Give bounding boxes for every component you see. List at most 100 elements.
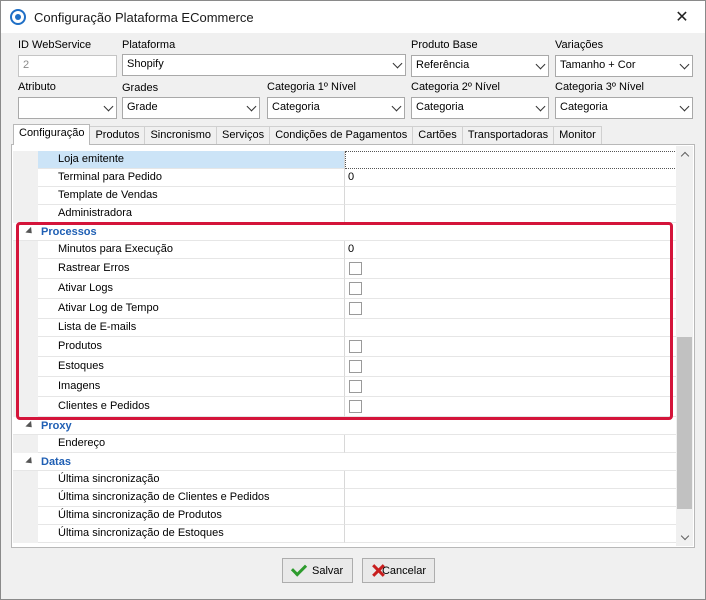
property-value[interactable] (345, 489, 677, 507)
property-name: Terminal para Pedido (38, 169, 345, 187)
close-button[interactable]: ✕ (659, 1, 705, 32)
categoria2-label: Categoria 2º Nível (411, 81, 501, 93)
checkmark-icon (290, 560, 308, 577)
cancel-button-label: Cancelar (381, 564, 426, 577)
property-value[interactable] (345, 525, 677, 543)
category-processos[interactable]: Processos (13, 223, 677, 241)
window-title: Configuração Plataforma ECommerce (34, 9, 254, 25)
variacoes-select[interactable]: Tamanho + Cor (555, 55, 693, 77)
property-value[interactable] (345, 471, 677, 489)
tab-monitor[interactable]: Monitor (553, 126, 602, 145)
grid-row-ultima-sinc-clientes-pedidos[interactable]: Última sincronização de Clientes e Pedid… (13, 489, 677, 507)
grid-row-ativar-log-tempo[interactable]: Ativar Log de Tempo (13, 299, 677, 319)
property-value[interactable] (345, 187, 677, 205)
produtos-checkbox[interactable] (349, 340, 362, 353)
chevron-down-icon (394, 58, 401, 70)
scroll-down-button[interactable] (676, 529, 693, 546)
collapse-triangle-icon[interactable] (25, 456, 35, 467)
property-value[interactable]: 0 (345, 169, 677, 187)
chevron-down-icon (248, 101, 255, 113)
tab-servicos[interactable]: Serviços (216, 126, 271, 145)
chevron-down-icon (681, 101, 688, 113)
grid-row-clientes-pedidos[interactable]: Clientes e Pedidos (13, 397, 677, 417)
produto-base-select[interactable]: Referência (411, 55, 549, 77)
ativar-logs-checkbox[interactable] (349, 282, 362, 295)
collapse-triangle-icon[interactable] (25, 420, 35, 431)
tab-configuracao[interactable]: Configuração (13, 124, 91, 145)
vertical-scrollbar[interactable] (676, 146, 693, 546)
categoria2-value: Categoria (416, 101, 464, 113)
tab-produtos[interactable]: Produtos (89, 126, 146, 145)
scrollbar-thumb[interactable] (677, 337, 692, 509)
save-button-label: Salvar (312, 564, 344, 577)
category-proxy[interactable]: Proxy (13, 417, 677, 435)
property-value-input[interactable] (345, 151, 677, 169)
grid-row-ultima-sinc-estoques[interactable]: Última sincronização de Estoques (13, 525, 677, 543)
clientes-pedidos-checkbox[interactable] (349, 400, 362, 413)
grid-row-loja-emitente[interactable]: Loja emitente (13, 151, 677, 169)
atributo-select[interactable] (18, 97, 117, 119)
categoria1-value: Categoria (272, 101, 320, 113)
produto-base-value: Referência (416, 59, 470, 71)
grid-row-template-vendas[interactable]: Template de Vendas (13, 187, 677, 205)
chevron-down-icon (393, 101, 400, 113)
cancel-button[interactable]: Cancelar (362, 558, 435, 583)
tab-bar: Configuração Produtos Sincronismo Serviç… (13, 124, 602, 145)
grades-select[interactable]: Grade (122, 97, 260, 119)
property-value[interactable] (345, 205, 677, 223)
chevron-down-icon (681, 59, 688, 71)
property-value[interactable] (345, 435, 677, 453)
grid-row-terminal-pedido[interactable]: Terminal para Pedido 0 (13, 169, 677, 187)
category-label: Proxy (41, 419, 72, 432)
grid-row-estoques[interactable]: Estoques (13, 357, 677, 377)
grades-value: Grade (127, 101, 158, 113)
scroll-up-button[interactable] (676, 146, 693, 163)
id-webservice-field[interactable]: 2 (18, 55, 117, 77)
estoques-checkbox[interactable] (349, 360, 362, 373)
property-name: Loja emitente (38, 151, 345, 169)
property-name: Imagens (38, 377, 345, 397)
rastrear-erros-checkbox[interactable] (349, 262, 362, 275)
property-name: Template de Vendas (38, 187, 345, 205)
plataforma-value: Shopify (127, 58, 164, 70)
variacoes-label: Variações (555, 39, 604, 51)
grid-row-minutos-execucao[interactable]: Minutos para Execução 0 (13, 241, 677, 259)
category-label: Datas (41, 455, 71, 468)
grid-row-produtos[interactable]: Produtos (13, 337, 677, 357)
property-name: Ativar Log de Tempo (38, 299, 345, 319)
property-value[interactable] (345, 507, 677, 525)
property-value[interactable]: 0 (345, 241, 677, 259)
plataforma-select[interactable]: Shopify (122, 54, 406, 76)
property-name: Produtos (38, 337, 345, 357)
tab-transportadoras[interactable]: Transportadoras (461, 126, 555, 145)
save-button[interactable]: Salvar (282, 558, 353, 583)
variacoes-value: Tamanho + Cor (560, 59, 636, 71)
property-name: Última sincronização de Clientes e Pedid… (38, 489, 345, 507)
categoria3-label: Categoria 3º Nível (555, 81, 645, 93)
tab-condicoes-pagamentos[interactable]: Condições de Pagamentos (269, 126, 414, 145)
grid-row-rastrear-erros[interactable]: Rastrear Erros (13, 259, 677, 279)
grid-row-endereco[interactable]: Endereço (13, 435, 677, 453)
categoria2-select[interactable]: Categoria (411, 97, 549, 119)
categoria1-select[interactable]: Categoria (267, 97, 405, 119)
property-name: Estoques (38, 357, 345, 377)
imagens-checkbox[interactable] (349, 380, 362, 393)
grid-row-lista-emails[interactable]: Lista de E-mails (13, 319, 677, 337)
property-value[interactable] (345, 319, 677, 337)
property-name: Administradora (38, 205, 345, 223)
category-datas[interactable]: Datas (13, 453, 677, 471)
grid-row-imagens[interactable]: Imagens (13, 377, 677, 397)
tab-sincronismo[interactable]: Sincronismo (144, 126, 217, 145)
grid-row-ultima-sincronizacao[interactable]: Última sincronização (13, 471, 677, 489)
collapse-triangle-icon[interactable] (25, 226, 35, 237)
category-label: Processos (41, 225, 97, 238)
tab-cartoes[interactable]: Cartões (412, 126, 463, 145)
property-name: Última sincronização de Produtos (38, 507, 345, 525)
grid-row-administradora[interactable]: Administradora (13, 205, 677, 223)
property-name: Última sincronização de Estoques (38, 525, 345, 543)
ativar-log-tempo-checkbox[interactable] (349, 302, 362, 315)
property-name: Clientes e Pedidos (38, 397, 345, 417)
categoria3-select[interactable]: Categoria (555, 97, 693, 119)
grid-row-ultima-sinc-produtos[interactable]: Última sincronização de Produtos (13, 507, 677, 525)
grid-row-ativar-logs[interactable]: Ativar Logs (13, 279, 677, 299)
